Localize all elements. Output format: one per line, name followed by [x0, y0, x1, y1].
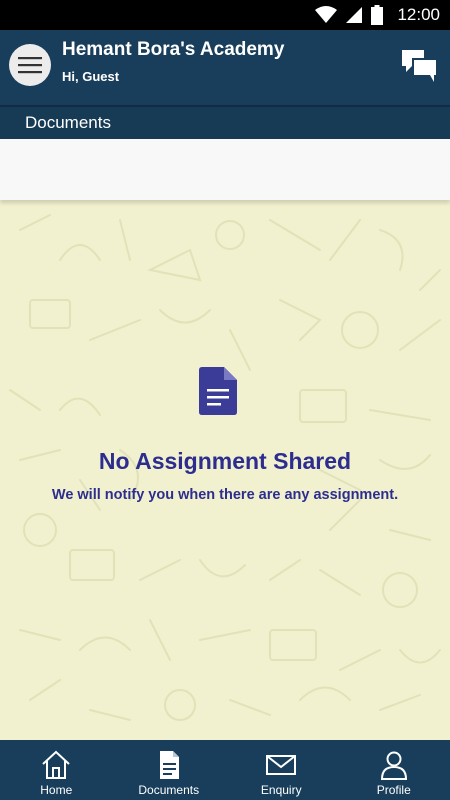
app-header: Hemant Bora's Academy Hi, Guest: [0, 30, 450, 105]
cell-signal-icon: [346, 7, 363, 23]
menu-button[interactable]: [9, 44, 51, 86]
nav-home-label: Home: [40, 783, 73, 797]
chat-icon[interactable]: [400, 48, 440, 84]
nav-enquiry[interactable]: Enquiry: [225, 740, 338, 800]
nav-profile[interactable]: Profile: [338, 740, 450, 800]
empty-state-message: We will notify you when there are any as…: [51, 487, 399, 503]
mail-icon: [266, 755, 297, 775]
app-title: Hemant Bora's Academy: [62, 39, 285, 60]
battery-icon: [371, 5, 384, 25]
nav-documents[interactable]: Documents: [113, 740, 226, 800]
empty-state-title: No Assignment Shared: [98, 448, 352, 474]
greeting-text: Hi, Guest: [62, 69, 120, 84]
page-title-bar: Documents: [0, 105, 450, 139]
nav-home[interactable]: Home: [0, 740, 113, 800]
profile-icon: [380, 751, 407, 780]
document-icon: [159, 751, 179, 779]
page-title: Documents: [25, 113, 111, 132]
home-icon: [42, 750, 70, 779]
status-time: 12:00: [397, 5, 440, 24]
filter-band: [0, 139, 450, 200]
bottom-nav: Home Documents Enquiry Profile: [0, 740, 450, 800]
content-area: No Assignment Shared We will notify you …: [0, 200, 450, 740]
nav-enquiry-label: Enquiry: [260, 783, 302, 797]
wifi-icon: [315, 6, 338, 23]
nav-documents-label: Documents: [138, 783, 200, 797]
status-bar: 12:00: [0, 0, 450, 30]
document-icon: [199, 367, 237, 415]
nav-profile-label: Profile: [376, 783, 411, 797]
hamburger-icon: [18, 57, 42, 74]
